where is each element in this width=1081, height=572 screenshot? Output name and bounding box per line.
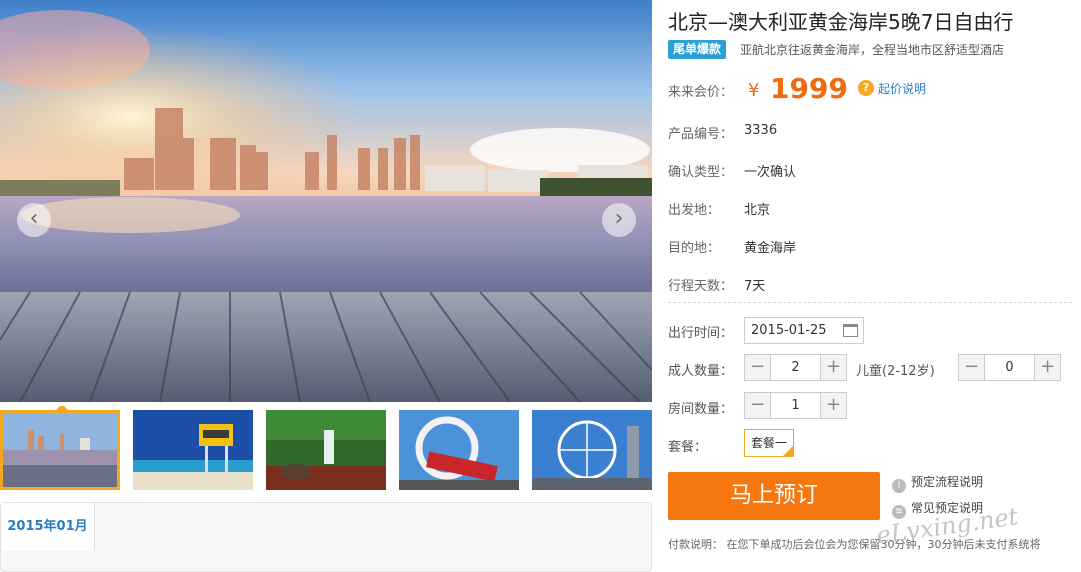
selected-check-icon xyxy=(783,446,793,456)
info-label-destination: 目的地： xyxy=(668,241,721,256)
chevron-right-icon: › xyxy=(614,206,624,231)
room-quantity-value[interactable]: 1 xyxy=(771,393,820,418)
info-value-code: 3336 xyxy=(744,123,778,138)
calendar-icon[interactable] xyxy=(843,324,858,337)
book-now-button[interactable]: 马上预订 xyxy=(668,472,880,520)
exclamation-icon: ! xyxy=(892,479,906,493)
date-value: 2015-01-25 xyxy=(751,323,827,338)
package-option-label: 套餐一 xyxy=(750,436,787,450)
info-value-departure: 北京 xyxy=(744,203,771,218)
ferris-wheel-thumb-image xyxy=(532,410,652,490)
chevron-left-icon: ‹ xyxy=(29,206,39,231)
payment-note: 付款说明： 在您下单成功后会位会为您保留30分钟，30分钟后未支付系统将 xyxy=(668,538,1041,551)
adult-quantity-value[interactable]: 2 xyxy=(771,355,820,380)
child-quantity-stepper: − 0 + xyxy=(958,354,1061,381)
package-option-1[interactable]: 套餐一 xyxy=(744,429,794,457)
room-quantity-stepper: − 1 + xyxy=(744,392,847,419)
hero-image: ‹ › xyxy=(0,0,652,402)
info-value-destination: 黄金海岸 xyxy=(744,241,797,256)
child-label: 儿童(2-12岁) xyxy=(856,364,935,379)
question-icon: ? xyxy=(858,80,874,96)
gold-coast-skyline-photo xyxy=(0,0,652,402)
divider xyxy=(668,302,1072,303)
info-value-days: 7天 xyxy=(744,279,766,294)
info-value-confirm: 一次确认 xyxy=(744,165,797,180)
room-label: 房间数量： xyxy=(668,402,734,417)
room-plus-button[interactable]: + xyxy=(820,393,846,418)
info-label-days: 行程天数： xyxy=(668,279,734,294)
thumbnail-skyline[interactable] xyxy=(0,410,120,490)
booking-process-link[interactable]: ! 预定流程说明 xyxy=(892,473,983,493)
calendar-panel: 2015年01月 xyxy=(0,502,652,572)
gallery-prev-button[interactable]: ‹ xyxy=(17,203,51,237)
thumbnail-rollercoaster[interactable] xyxy=(399,410,519,490)
thumbnail-waterfall[interactable] xyxy=(266,410,386,490)
price-explanation-link[interactable]: 起价说明 xyxy=(878,80,926,97)
child-plus-button[interactable]: + xyxy=(1034,355,1060,380)
price-currency: ¥ xyxy=(748,80,760,101)
child-quantity-value[interactable]: 0 xyxy=(985,355,1034,380)
thumbnail-ferris-wheel[interactable] xyxy=(532,410,652,490)
gallery-next-button[interactable]: › xyxy=(602,203,636,237)
adult-quantity-stepper: − 2 + xyxy=(744,354,847,381)
price-value: 1999 xyxy=(770,72,848,105)
product-subtitle: 亚航北京往返黄金海岸，全程当地市区舒适型酒店 xyxy=(740,43,1005,57)
package-label: 套餐： xyxy=(668,440,708,455)
thumbnail-strip xyxy=(0,406,652,492)
tab-month[interactable]: 2015年01月 xyxy=(1,503,95,551)
product-title: 北京—澳大利亚黄金海岸5晚7日自由行 xyxy=(668,10,1014,34)
info-label-confirm: 确认类型： xyxy=(668,165,734,180)
rollercoaster-thumb-image xyxy=(399,410,519,490)
adult-minus-button[interactable]: − xyxy=(745,355,771,380)
info-label-code: 产品编号： xyxy=(668,127,734,142)
waterfall-thumb-image xyxy=(266,410,386,490)
adult-label: 成人数量： xyxy=(668,364,734,379)
lifeguard-thumb-image xyxy=(133,410,253,490)
adult-plus-button[interactable]: + xyxy=(820,355,846,380)
room-minus-button[interactable]: − xyxy=(745,393,771,418)
date-label: 出行时间： xyxy=(668,326,734,341)
child-minus-button[interactable]: − xyxy=(959,355,985,380)
booking-process-label: 预定流程说明 xyxy=(911,475,984,489)
info-label-departure: 出发地： xyxy=(668,203,721,218)
price-label: 来来会价： xyxy=(668,85,734,100)
thumbnail-lifeguard[interactable] xyxy=(133,410,253,490)
product-info-panel: 北京—澳大利亚黄金海岸5晚7日自由行 尾单爆款 亚航北京往返黄金海岸，全程当地市… xyxy=(668,0,1081,561)
skyline-thumb-image xyxy=(0,410,120,490)
date-picker-input[interactable]: 2015-01-25 xyxy=(744,317,864,344)
promo-badge: 尾单爆款 xyxy=(668,40,727,59)
